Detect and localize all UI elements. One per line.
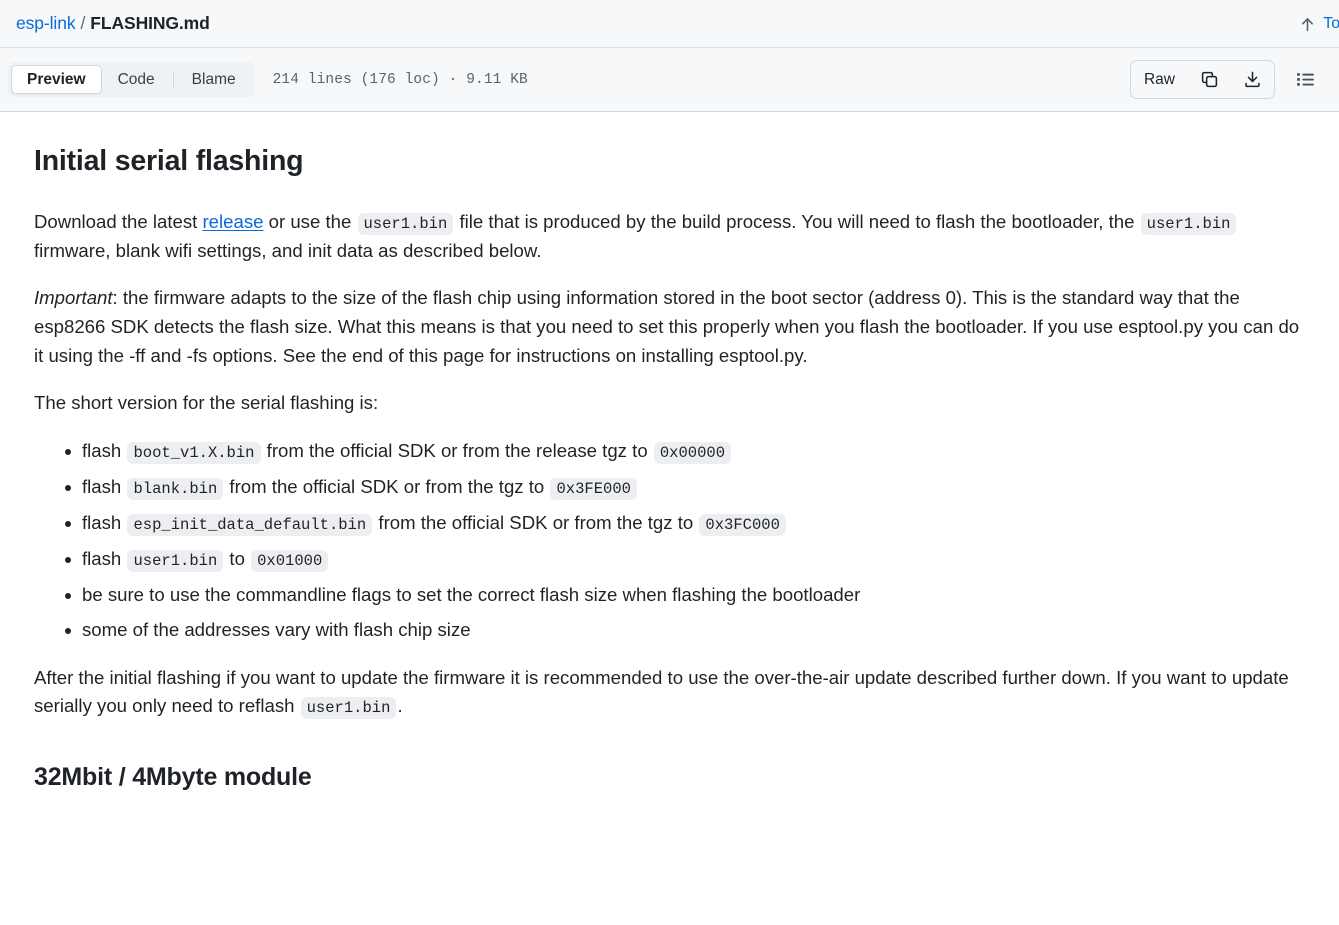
- tab-blame[interactable]: Blame: [176, 65, 252, 94]
- list-item: flash user1.bin to 0x01000: [65, 545, 1305, 574]
- tab-preview[interactable]: Preview: [11, 65, 102, 94]
- raw-button[interactable]: Raw: [1131, 61, 1188, 98]
- inline-code: 0x3FE000: [550, 477, 637, 500]
- back-to-top-link[interactable]: Top: [1299, 0, 1339, 48]
- text-fragment: flash: [82, 547, 127, 569]
- download-icon-button[interactable]: [1231, 61, 1274, 98]
- list-item: flash blank.bin from the official SDK or…: [65, 473, 1305, 502]
- text-fragment: : the firmware adapts to the size of the…: [34, 287, 1300, 366]
- inline-code: esp_init_data_default.bin: [127, 513, 373, 536]
- text-fragment: from the official SDK or from the releas…: [261, 439, 653, 461]
- inline-code: user1.bin: [300, 697, 397, 720]
- flash-steps-list: flash boot_v1.X.bin from the official SD…: [34, 437, 1305, 645]
- text-fragment: flash: [82, 439, 127, 461]
- back-to-top-label: Top: [1323, 15, 1339, 32]
- file-header: esp-link / FLASHING.md Top: [0, 0, 1339, 48]
- text-fragment: After the initial flashing if you want t…: [34, 666, 1289, 717]
- inline-code: 0x3FC000: [699, 513, 786, 536]
- text-fragment: from the official SDK or from the tgz to: [224, 475, 550, 497]
- inline-code: 0x01000: [251, 549, 329, 572]
- text-fragment: firmware, blank wifi settings, and init …: [34, 239, 542, 261]
- paragraph-short-version: The short version for the serial flashin…: [34, 392, 379, 414]
- inline-code: boot_v1.X.bin: [127, 441, 261, 464]
- inline-code: user1.bin: [127, 549, 224, 572]
- release-link[interactable]: release: [202, 211, 263, 232]
- breadcrumb-repo-link[interactable]: esp-link: [16, 13, 76, 34]
- text-fragment: be sure to use the commandline flags to …: [82, 583, 861, 605]
- view-mode-segmented-control: Preview Code Blame: [8, 62, 255, 97]
- list-item: some of the addresses vary with flash ch…: [65, 616, 1305, 645]
- markdown-content: Initial serial flashing Download the lat…: [0, 112, 1339, 797]
- text-fragment: flash: [82, 475, 127, 497]
- file-stats: 214 lines (176 loc) · 9.11 KB: [272, 71, 528, 88]
- page-title: Initial serial flashing: [34, 145, 304, 177]
- segmented-divider: [172, 71, 174, 88]
- heading-block: Initial serial flashing: [34, 140, 1305, 184]
- download-icon: [1243, 70, 1262, 89]
- text-fragment: Download the latest: [34, 210, 203, 232]
- inline-code: 0x00000: [653, 441, 732, 464]
- emphasis-important: Important: [34, 287, 113, 309]
- outline-toggle-button[interactable]: [1285, 62, 1325, 98]
- breadcrumb-file-name: FLASHING.md: [90, 13, 210, 33]
- paragraph-after-flashing: After the initial flashing if you want t…: [34, 664, 1305, 722]
- breadcrumb: esp-link / FLASHING.md: [16, 13, 210, 34]
- list-item: flash boot_v1.X.bin from the official SD…: [65, 437, 1305, 466]
- inline-code: blank.bin: [127, 477, 224, 500]
- section-heading-module: 32Mbit / 4Mbyte module: [34, 763, 312, 792]
- text-fragment: to: [224, 547, 251, 569]
- tab-code[interactable]: Code: [102, 65, 171, 94]
- text-fragment: some of the addresses vary with flash ch…: [82, 619, 471, 641]
- text-fragment: or use the: [263, 210, 357, 232]
- inline-code: user1.bin: [1140, 212, 1237, 235]
- text-fragment: flash: [82, 511, 127, 533]
- breadcrumb-separator: /: [80, 13, 86, 33]
- text-fragment: file that is produced by the build proce…: [454, 210, 1140, 232]
- copy-icon: [1200, 70, 1219, 89]
- text-fragment: from the official SDK or from the tgz to: [373, 511, 699, 533]
- text-fragment: .: [397, 695, 403, 717]
- arrow-up-icon: [1299, 16, 1316, 33]
- paragraph-important: Important: the firmware adapts to the si…: [34, 284, 1305, 370]
- inline-code: user1.bin: [357, 212, 454, 235]
- file-actions-button-group: Raw: [1129, 60, 1275, 99]
- paragraph-intro: Download the latest release or use the u…: [34, 208, 1305, 266]
- outline-icon: [1295, 69, 1316, 90]
- copy-icon-button[interactable]: [1188, 61, 1231, 98]
- list-item: flash esp_init_data_default.bin from the…: [65, 509, 1305, 538]
- list-item: be sure to use the commandline flags to …: [65, 581, 1305, 610]
- file-toolbar: Preview Code Blame 214 lines (176 loc) ·…: [0, 48, 1339, 112]
